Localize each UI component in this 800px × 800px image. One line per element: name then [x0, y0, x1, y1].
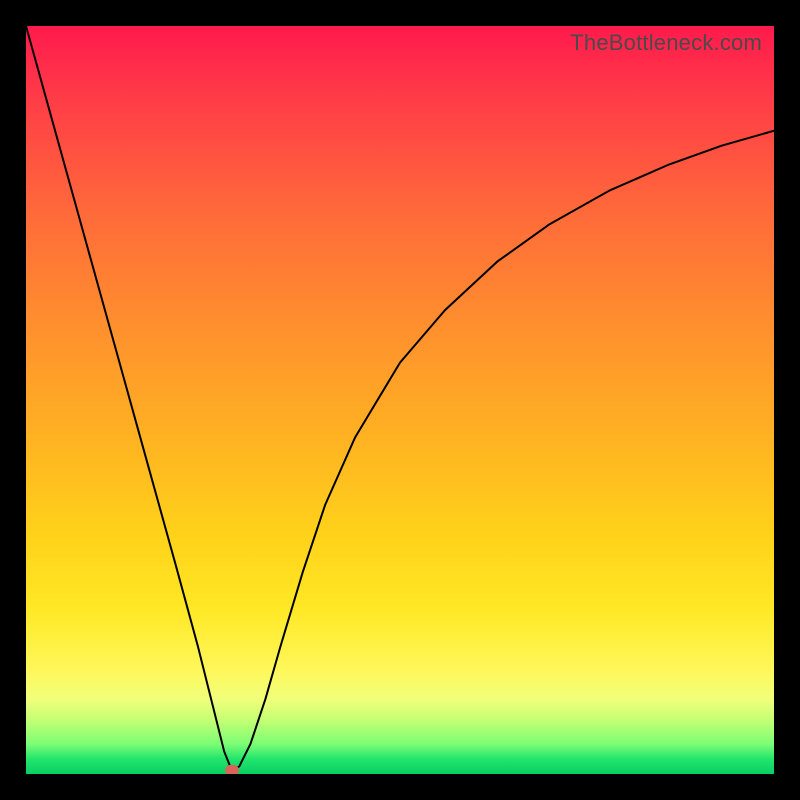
- curve-svg: [26, 26, 774, 774]
- optimum-marker: [225, 765, 239, 774]
- chart-outer-frame: TheBottleneck.com: [0, 0, 800, 800]
- bottleneck-curve: [26, 26, 774, 770]
- plot-area: TheBottleneck.com: [26, 26, 774, 774]
- watermark-text: TheBottleneck.com: [570, 30, 762, 56]
